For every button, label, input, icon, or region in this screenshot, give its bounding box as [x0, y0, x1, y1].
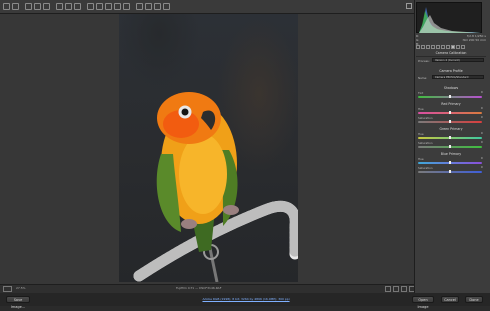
tint-value[interactable]: 0 [481, 91, 483, 94]
graduated-filter-icon[interactable] [114, 3, 121, 10]
swap-icon[interactable] [393, 286, 399, 292]
green-saturation-label: Saturation [418, 141, 433, 145]
straighten-icon[interactable] [65, 3, 72, 10]
tint-slider-thumb[interactable] [449, 95, 451, 98]
iso-focal: ISO 200 50 mm [462, 38, 486, 42]
tab-detail[interactable] [426, 45, 430, 49]
file-name: Fujifilm X-T1 — DSCF3146.RAF [176, 286, 222, 290]
blue-hue-value[interactable]: 0 [481, 157, 483, 160]
tint-label: Tint [418, 91, 424, 95]
red-hue-label: Hue [418, 107, 424, 111]
red-primary-title: Red Primary [441, 102, 461, 106]
zoom-menu-icon[interactable] [3, 286, 12, 292]
red-hue-value[interactable]: 0 [481, 107, 483, 110]
red-saturation-value[interactable]: 0 [481, 116, 483, 119]
transform-icon[interactable] [74, 3, 81, 10]
radial-filter-icon[interactable] [123, 3, 130, 10]
process-label: Process: [418, 59, 430, 63]
open-image-button[interactable]: Open Image [412, 296, 434, 309]
green-primary-title: Green Primary [439, 127, 463, 131]
blue-saturation-thumb[interactable] [449, 170, 451, 173]
red-eye-icon[interactable] [96, 3, 103, 10]
tab-effects[interactable] [446, 45, 450, 49]
target-adjust-icon[interactable] [43, 3, 50, 10]
green-hue-slider[interactable] [418, 136, 482, 139]
cancel-button[interactable]: Cancel [441, 296, 459, 303]
camera-profile-title: Camera Profile [439, 69, 463, 73]
view-controls [385, 286, 415, 292]
blue-saturation-label: Saturation [418, 166, 433, 170]
tab-presets[interactable] [456, 45, 460, 49]
adjustment-brush-icon[interactable] [105, 3, 112, 10]
blue-saturation-slider[interactable] [418, 170, 482, 173]
blue-hue-label: Hue [418, 157, 424, 161]
toolbar [0, 0, 417, 14]
green-hue-value[interactable]: 0 [481, 132, 483, 135]
blue-primary-title: Blue Primary [440, 152, 462, 156]
color-sampler-icon[interactable] [34, 3, 41, 10]
tab-tone-curve[interactable] [421, 45, 425, 49]
trash-icon[interactable] [163, 3, 170, 10]
divider [416, 56, 486, 57]
white-balance-icon[interactable] [25, 3, 32, 10]
tab-hsl[interactable] [431, 45, 435, 49]
green-saturation-value[interactable]: 0 [481, 141, 483, 144]
name-label: Name: [418, 76, 428, 80]
zoom-level[interactable]: 27.5% [16, 286, 26, 290]
tint-slider[interactable] [418, 95, 482, 98]
workflow-options-link[interactable]: Adobe RGB (1998); 8 bit; 3264 by 4896 (1… [196, 296, 296, 303]
zoom-icon[interactable] [3, 3, 10, 10]
panel-tabs [416, 45, 486, 50]
green-hue-label: Hue [418, 132, 424, 136]
blue-saturation-value[interactable]: 0 [481, 166, 483, 169]
profile-dropdown[interactable]: Camera PROVIA/Standard [432, 75, 484, 79]
red-saturation-label: Saturation [418, 116, 433, 120]
red-hue-slider[interactable] [418, 111, 482, 114]
red-saturation-slider[interactable] [418, 120, 482, 123]
rotate-right-icon[interactable] [154, 3, 161, 10]
copy-icon[interactable] [401, 286, 407, 292]
preferences-icon[interactable] [136, 3, 143, 10]
done-button[interactable]: Done [465, 296, 483, 303]
spot-removal-icon[interactable] [87, 3, 94, 10]
tab-basic[interactable] [416, 45, 420, 49]
blue-hue-thumb[interactable] [449, 161, 451, 164]
panel-title: Camera Calibration [435, 51, 467, 55]
shadows-title: Shadows [443, 86, 459, 90]
green-saturation-thumb[interactable] [449, 145, 451, 148]
green-hue-thumb[interactable] [449, 136, 451, 139]
tab-split-toning[interactable] [436, 45, 440, 49]
fullscreen-icon[interactable] [406, 3, 412, 9]
photo-preview[interactable] [119, 14, 298, 282]
green-saturation-slider[interactable] [418, 145, 482, 148]
parrot-image [133, 92, 298, 282]
process-dropdown[interactable]: Version 4 (Current) [432, 58, 484, 62]
before-after-icon[interactable] [385, 286, 391, 292]
tab-lens[interactable] [441, 45, 445, 49]
histogram [416, 2, 482, 33]
crop-icon[interactable] [56, 3, 63, 10]
tab-calibration[interactable] [451, 45, 455, 49]
tab-snapshots[interactable] [461, 45, 465, 49]
rotate-left-icon[interactable] [145, 3, 152, 10]
save-image-button[interactable]: Save Image... [6, 296, 30, 309]
hand-icon[interactable] [12, 3, 19, 10]
red-hue-thumb[interactable] [449, 111, 451, 114]
red-saturation-thumb[interactable] [449, 120, 451, 123]
blue-hue-slider[interactable] [418, 161, 482, 164]
